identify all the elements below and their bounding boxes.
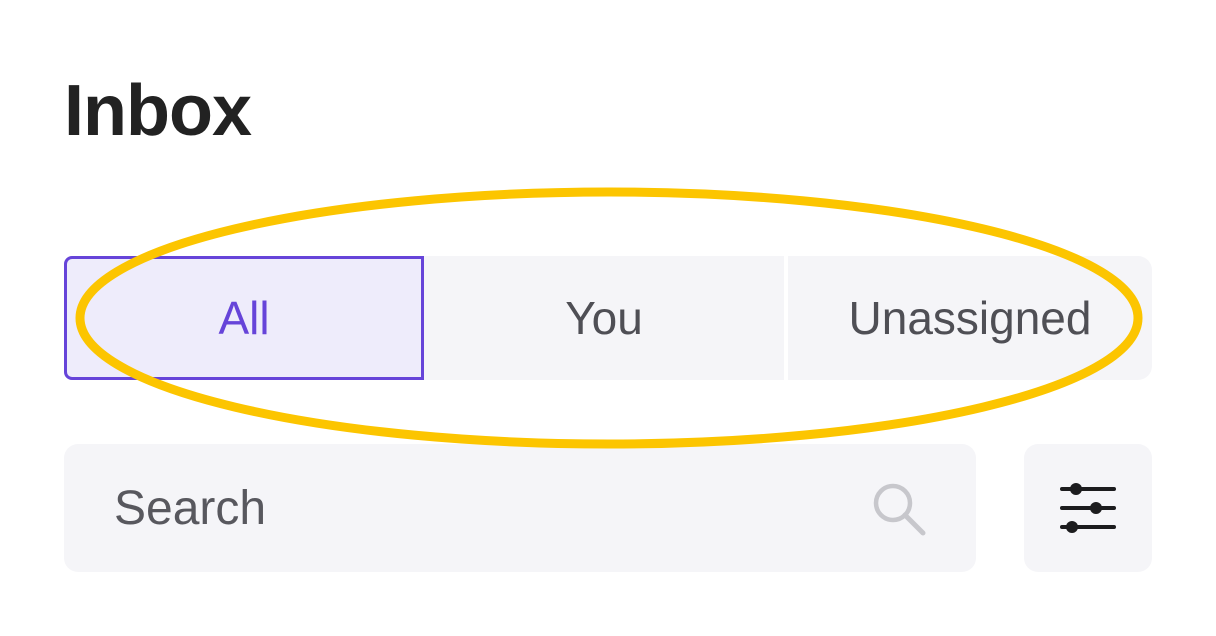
tab-you[interactable]: You [424, 256, 788, 380]
search-icon [873, 483, 926, 536]
search-input[interactable] [112, 472, 836, 544]
page-title: Inbox [64, 71, 252, 151]
inbox-tab-bar: All You Unassigned [64, 256, 1152, 380]
sliders-icon [1060, 483, 1116, 533]
search-box [64, 444, 976, 572]
filter-button[interactable] [1024, 444, 1152, 572]
tab-unassigned[interactable]: Unassigned [788, 256, 1152, 380]
tab-all[interactable]: All [64, 256, 424, 380]
